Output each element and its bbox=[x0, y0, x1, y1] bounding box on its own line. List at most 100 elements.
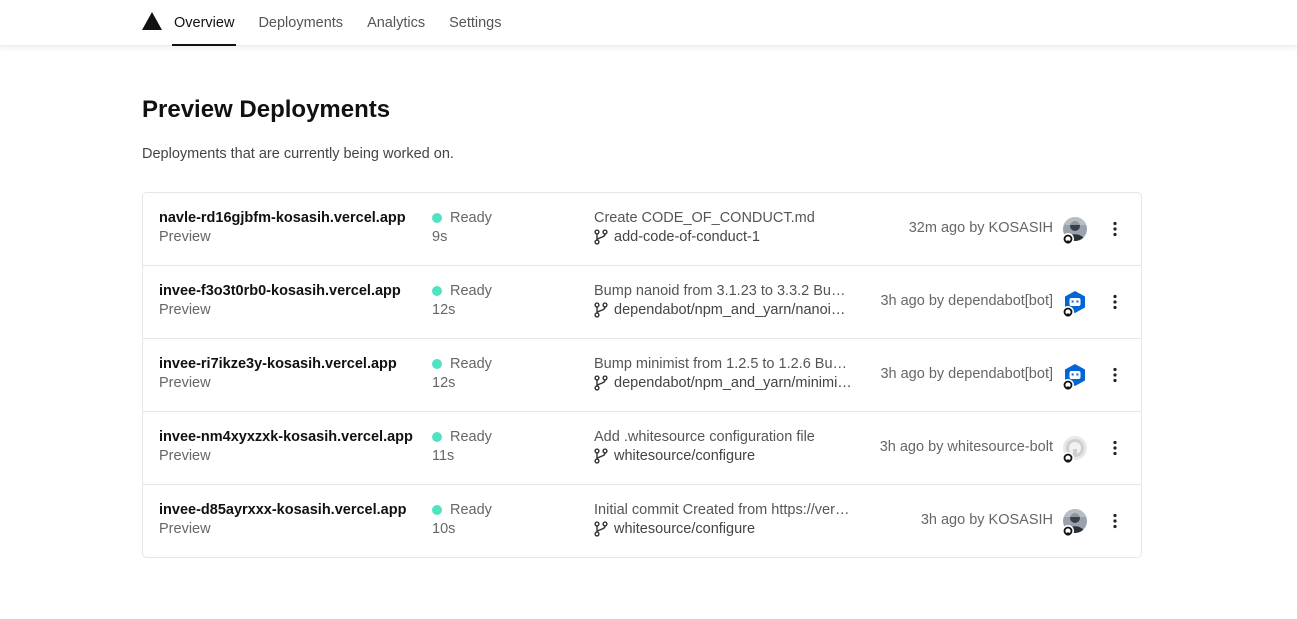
status-badge: Ready bbox=[432, 356, 572, 372]
page-title: Preview Deployments bbox=[142, 96, 391, 123]
author-avatar[interactable] bbox=[1062, 363, 1089, 391]
git-branch-icon bbox=[594, 521, 608, 537]
more-vertical-icon bbox=[1113, 367, 1117, 383]
deployment-meta: 32m ago by KOSASIH bbox=[908, 220, 1053, 236]
deployment-status-cell: Ready 10s bbox=[432, 502, 572, 537]
more-options-button[interactable] bbox=[1105, 509, 1125, 533]
deployment-status-cell: Ready 12s bbox=[432, 356, 572, 391]
status-dot-icon bbox=[432, 432, 442, 442]
top-navigation: Overview Deployments Analytics Settings bbox=[0, 0, 1297, 46]
commit-message[interactable]: Create CODE_OF_CONDUCT.md bbox=[594, 210, 852, 226]
more-vertical-icon bbox=[1113, 440, 1117, 456]
github-icon bbox=[1062, 452, 1074, 464]
more-options-button[interactable] bbox=[1105, 290, 1125, 314]
deployment-environment: Preview bbox=[159, 448, 211, 464]
status-dot-icon bbox=[432, 213, 442, 223]
commit-message[interactable]: Bump nanoid from 3.1.23 to 3.3.2 Bumps bbox=[594, 283, 852, 299]
deployment-status-cell: Ready 9s bbox=[432, 210, 572, 245]
deployment-meta: 3h ago by dependabot[bot] bbox=[880, 366, 1053, 382]
branch-name: add-code-of-conduct-1 bbox=[614, 229, 760, 245]
more-vertical-icon bbox=[1113, 513, 1117, 529]
git-branch-icon bbox=[594, 229, 608, 245]
deployment-row[interactable]: navle-rd16gjbfm-kosasih.vercel.app Previ… bbox=[143, 193, 1141, 266]
commit-info: Initial commit Created from https://verc… bbox=[594, 502, 852, 537]
branch-name: whitesource/configure bbox=[614, 521, 756, 537]
commit-info: Bump nanoid from 3.1.23 to 3.3.2 Bumps d… bbox=[594, 283, 852, 318]
author-avatar[interactable] bbox=[1062, 217, 1089, 245]
deployment-info: invee-f3o3t0rb0-kosasih.vercel.app Previ… bbox=[159, 283, 419, 318]
deployments-list: navle-rd16gjbfm-kosasih.vercel.app Previ… bbox=[142, 192, 1142, 558]
deployment-url[interactable]: navle-rd16gjbfm-kosasih.vercel.app bbox=[159, 210, 419, 226]
more-options-button[interactable] bbox=[1105, 436, 1125, 460]
deployment-info: invee-ri7ikze3y-kosasih.vercel.app Previ… bbox=[159, 356, 419, 391]
deployment-meta: 3h ago by whitesource-bolt bbox=[879, 439, 1053, 455]
more-options-button[interactable] bbox=[1105, 363, 1125, 387]
commit-info: Create CODE_OF_CONDUCT.md add-code-of-co… bbox=[594, 210, 852, 245]
commit-info: Add .whitesource configuration file whit… bbox=[594, 429, 852, 464]
deployment-url[interactable]: invee-d85ayrxxx-kosasih.vercel.app bbox=[159, 502, 419, 518]
git-branch-icon bbox=[594, 375, 608, 391]
branch-name: dependabot/npm_and_yarn/nanoid-3.3.2 bbox=[614, 302, 852, 318]
nav-tabs: Overview Deployments Analytics Settings bbox=[162, 0, 514, 46]
tab-overview[interactable]: Overview bbox=[162, 0, 246, 46]
page-subtitle: Deployments that are currently being wor… bbox=[142, 146, 454, 162]
commit-info: Bump minimist from 1.2.5 to 1.2.6 Bumps … bbox=[594, 356, 852, 391]
git-branch-icon bbox=[594, 448, 608, 464]
branch[interactable]: dependabot/npm_and_yarn/minimist-1.2.6 bbox=[594, 375, 852, 391]
status-badge: Ready bbox=[432, 283, 572, 299]
github-icon bbox=[1062, 525, 1074, 537]
deployment-url[interactable]: invee-f3o3t0rb0-kosasih.vercel.app bbox=[159, 283, 419, 299]
author-avatar[interactable] bbox=[1062, 436, 1089, 464]
branch-name: dependabot/npm_and_yarn/minimist-1.2.6 bbox=[614, 375, 852, 391]
deployment-row[interactable]: invee-ri7ikze3y-kosasih.vercel.app Previ… bbox=[143, 339, 1141, 412]
git-branch-icon bbox=[594, 302, 608, 318]
deployment-environment: Preview bbox=[159, 375, 211, 391]
deployment-environment: Preview bbox=[159, 229, 211, 245]
deployment-info: invee-d85ayrxxx-kosasih.vercel.app Previ… bbox=[159, 502, 419, 537]
tab-deployments[interactable]: Deployments bbox=[246, 0, 355, 46]
build-duration: 12s bbox=[432, 302, 456, 318]
more-vertical-icon bbox=[1113, 221, 1117, 237]
deployment-row[interactable]: invee-f3o3t0rb0-kosasih.vercel.app Previ… bbox=[143, 266, 1141, 339]
build-duration: 11s bbox=[432, 448, 455, 464]
build-duration: 10s bbox=[432, 521, 456, 537]
deployment-environment: Preview bbox=[159, 302, 211, 318]
more-options-button[interactable] bbox=[1105, 217, 1125, 241]
branch[interactable]: dependabot/npm_and_yarn/nanoid-3.3.2 bbox=[594, 302, 852, 318]
deployment-meta: 3h ago by KOSASIH bbox=[920, 512, 1053, 528]
branch[interactable]: whitesource/configure bbox=[594, 448, 852, 464]
deployment-url[interactable]: invee-nm4xyxzxk-kosasih.vercel.app bbox=[159, 429, 419, 445]
deployment-status-cell: Ready 12s bbox=[432, 283, 572, 318]
github-icon bbox=[1062, 379, 1074, 391]
more-vertical-icon bbox=[1113, 294, 1117, 310]
status-dot-icon bbox=[432, 505, 442, 515]
branch[interactable]: whitesource/configure bbox=[594, 521, 852, 537]
status-label: Ready bbox=[450, 502, 492, 518]
deployment-status-cell: Ready 11s bbox=[432, 429, 572, 464]
author-avatar[interactable] bbox=[1062, 509, 1089, 537]
deployment-info: navle-rd16gjbfm-kosasih.vercel.app Previ… bbox=[159, 210, 419, 245]
deployment-row[interactable]: invee-d85ayrxxx-kosasih.vercel.app Previ… bbox=[143, 485, 1141, 557]
build-duration: 9s bbox=[432, 229, 448, 245]
tab-analytics[interactable]: Analytics bbox=[355, 0, 437, 46]
commit-message[interactable]: Initial commit Created from https://verc… bbox=[594, 502, 852, 518]
deployment-url[interactable]: invee-ri7ikze3y-kosasih.vercel.app bbox=[159, 356, 419, 372]
status-badge: Ready bbox=[432, 210, 572, 226]
author-avatar[interactable] bbox=[1062, 290, 1089, 318]
status-badge: Ready bbox=[432, 502, 572, 518]
deployment-row[interactable]: invee-nm4xyxzxk-kosasih.vercel.app Previ… bbox=[143, 412, 1141, 485]
vercel-logo-icon[interactable] bbox=[142, 12, 162, 30]
branch[interactable]: add-code-of-conduct-1 bbox=[594, 229, 852, 245]
status-dot-icon bbox=[432, 359, 442, 369]
deployment-meta: 3h ago by dependabot[bot] bbox=[880, 293, 1053, 309]
commit-message[interactable]: Bump minimist from 1.2.5 to 1.2.6 Bumps bbox=[594, 356, 852, 372]
tab-settings[interactable]: Settings bbox=[437, 0, 513, 46]
status-label: Ready bbox=[450, 283, 492, 299]
status-label: Ready bbox=[450, 429, 492, 445]
commit-message[interactable]: Add .whitesource configuration file bbox=[594, 429, 852, 445]
build-duration: 12s bbox=[432, 375, 456, 391]
status-label: Ready bbox=[450, 356, 492, 372]
status-label: Ready bbox=[450, 210, 492, 226]
github-icon bbox=[1062, 233, 1074, 245]
status-dot-icon bbox=[432, 286, 442, 296]
